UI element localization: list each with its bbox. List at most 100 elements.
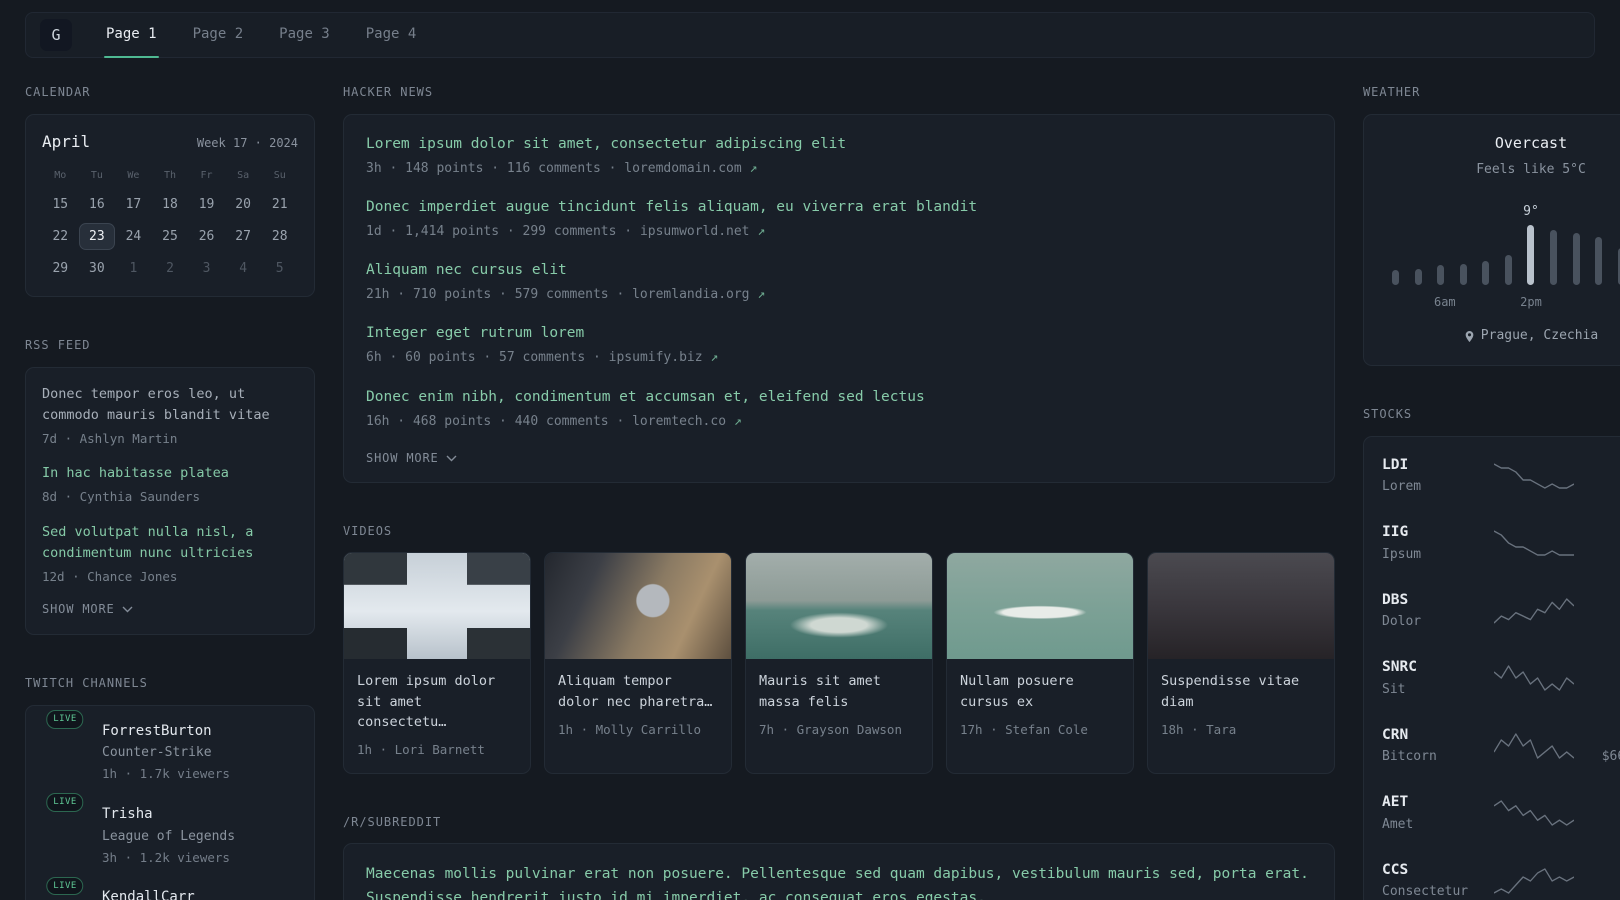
chevron-down-icon bbox=[446, 455, 457, 462]
calendar-day: 28 bbox=[271, 229, 288, 245]
stock-name: Dolor bbox=[1382, 614, 1422, 630]
calendar-day: 4 bbox=[239, 261, 248, 277]
stock-values: +1.36% $148.64 bbox=[1584, 658, 1620, 699]
stock-values: +0.51% $165.84 bbox=[1584, 860, 1620, 900]
rss-item: Donec tempor eros leo, ut commodo mauris… bbox=[42, 384, 298, 447]
hacker-news-card: Lorem ipsum dolor sit amet, consectetur … bbox=[343, 113, 1335, 483]
left-column: CALENDAR April Week 17 · 2024 Mo Tu We Th Fr… bbox=[25, 84, 315, 900]
video-info: Lorem ipsum dolor sit amet consectetu… 1… bbox=[344, 659, 530, 772]
video-info: Aliquam tempor dolor nec pharetra… 1h · … bbox=[545, 659, 731, 752]
video-info: Suspendisse vitae diam 18h · Tara bbox=[1148, 659, 1334, 752]
calendar-day-header: Su bbox=[273, 170, 286, 182]
stock-id: IIG Ipsum bbox=[1382, 522, 1484, 563]
external-link-icon: ↗ bbox=[733, 413, 742, 429]
rss-item-link[interactable]: Sed volutpat nulla nisl, a condimentum n… bbox=[42, 522, 298, 564]
temperature-bars bbox=[1392, 224, 1620, 285]
story-stats: 6h · 60 points · 57 comments · bbox=[366, 350, 609, 366]
story-title-link[interactable]: Donec enim nibh, condimentum et accumsan… bbox=[366, 389, 925, 405]
temperature-bar bbox=[1459, 263, 1467, 285]
page-tab[interactable]: Page 2 bbox=[191, 13, 246, 57]
stock-row[interactable]: SNRC Sit +1.36% $148.64 bbox=[1380, 644, 1620, 711]
logo[interactable]: G bbox=[40, 19, 72, 51]
stock-sparkline bbox=[1494, 597, 1574, 624]
channel-game: Counter-Strike bbox=[102, 745, 212, 761]
story-source-link[interactable]: loremtech.co ↗ bbox=[632, 414, 742, 429]
stock-row[interactable]: LDI Lorem +4.35% $795.18 bbox=[1380, 442, 1620, 509]
video-card[interactable]: Lorem ipsum dolor sit amet consectetu… 1… bbox=[343, 552, 531, 774]
story-source-link[interactable]: ipsumify.biz ↗ bbox=[609, 350, 719, 365]
stock-values: +2.84% $42.04 bbox=[1584, 523, 1620, 564]
video-meta: 1h · Molly Carrillo bbox=[558, 721, 701, 737]
video-card[interactable]: Aliquam tempor dolor nec pharetra… 1h · … bbox=[544, 552, 732, 774]
story-source-link[interactable]: loremdomain.com ↗ bbox=[624, 161, 757, 176]
story: Integer eget rutrum lorem 6h · 60 points… bbox=[366, 323, 1312, 367]
stock-row[interactable]: DBS Dolor +1.42% $156.28 bbox=[1380, 577, 1620, 644]
twitch-card: LIVE ForrestBurton Counter-Strike 1h · 1… bbox=[25, 704, 315, 900]
page-tab[interactable]: Page 3 bbox=[277, 13, 332, 57]
video-thumbnail bbox=[344, 553, 530, 660]
twitch-channel[interactable]: LIVE Trisha League of Legends 3h · 1.2k … bbox=[42, 793, 298, 866]
video-card[interactable]: Mauris sit amet massa felis 7h · Grayson… bbox=[745, 552, 933, 774]
page-tab[interactable]: Page 4 bbox=[364, 13, 419, 57]
stock-sparkline bbox=[1494, 867, 1574, 894]
twitch-section-title: TWITCH CHANNELS bbox=[25, 675, 148, 690]
twitch-channel[interactable]: LIVE KendallCarr bbox=[42, 876, 298, 900]
page-tab[interactable]: Page 1 bbox=[104, 13, 159, 58]
channel-name: KendallCarr bbox=[102, 889, 195, 900]
video-card[interactable]: Nullam posuere cursus ex 17h · Stefan Co… bbox=[946, 552, 1134, 774]
stock-price: $165.84 bbox=[1584, 883, 1620, 900]
external-link-icon: ↗ bbox=[749, 160, 758, 176]
stock-price: $795.18 bbox=[1584, 478, 1620, 496]
stock-sparkline bbox=[1494, 665, 1574, 691]
temperature-bar bbox=[1392, 270, 1399, 285]
stock-price: $148.64 bbox=[1584, 680, 1620, 698]
stock-change: +0.92% bbox=[1584, 793, 1620, 813]
live-badge: LIVE bbox=[46, 710, 84, 729]
story-title-link[interactable]: Integer eget rutrum lorem bbox=[366, 325, 584, 341]
channel-viewers: 3h · 1.2k viewers bbox=[102, 849, 230, 865]
story-title-link[interactable]: Donec imperdiet augue tincidunt felis al… bbox=[366, 199, 977, 215]
post-title-link[interactable]: Maecenas mollis pulvinar erat non posuer… bbox=[366, 863, 1312, 900]
channel-name: ForrestBurton bbox=[102, 722, 212, 739]
story-source-link[interactable]: loremlandia.org ↗ bbox=[632, 287, 765, 302]
time-tick: 2pm bbox=[1520, 294, 1542, 309]
temperature-bar bbox=[1595, 236, 1603, 285]
rss-item: Sed volutpat nulla nisl, a condimentum n… bbox=[42, 522, 298, 585]
show-more-button[interactable]: SHOW MORE bbox=[42, 601, 133, 618]
calendar-day: 25 bbox=[162, 229, 178, 245]
video-meta: 18h · Tara bbox=[1161, 721, 1237, 737]
rss-item-link[interactable]: Donec tempor eros leo, ut commodo mauris… bbox=[42, 384, 298, 426]
stock-row[interactable]: CCS Consectetur +0.51% $165.84 bbox=[1380, 847, 1620, 900]
story-title-link[interactable]: Aliquam nec cursus elit bbox=[366, 262, 567, 278]
stock-price: $42.04 bbox=[1584, 545, 1620, 563]
show-more-button[interactable]: SHOW MORE bbox=[366, 450, 457, 467]
calendar-section-title: CALENDAR bbox=[25, 85, 91, 99]
rss-item-link[interactable]: In hac habitasse platea bbox=[42, 463, 298, 484]
calendar-days: 15 16 17 18 19 20 21 22 23 24 25 26 27 28 29 30 1 2 3 4 5 bbox=[42, 191, 298, 282]
calendar-day: 19 bbox=[198, 197, 215, 213]
subreddit-post: Maecenas mollis pulvinar erat non posuer… bbox=[366, 863, 1312, 900]
calendar-day: 5 bbox=[275, 261, 284, 277]
stock-sparkline bbox=[1494, 800, 1574, 826]
stock-row[interactable]: IIG Ipsum +2.84% $42.04 bbox=[1380, 509, 1620, 576]
stock-change: +4.35% bbox=[1584, 455, 1620, 475]
show-more-label: SHOW MORE bbox=[366, 450, 439, 465]
stock-row[interactable]: CRN Bitcorn -1.00% $66,171.48 bbox=[1380, 712, 1620, 779]
calendar-day-headers: Mo Tu We Th Fr Sa Su bbox=[42, 169, 298, 183]
temperature-bar bbox=[1437, 265, 1445, 285]
twitch-channel[interactable]: LIVE ForrestBurton Counter-Strike 1h · 1… bbox=[42, 710, 298, 783]
story-title-link[interactable]: Lorem ipsum dolor sit amet, consectetur … bbox=[366, 136, 846, 152]
videos-widget: VIDEOS Lorem ipsum dolor sit amet consec… bbox=[343, 523, 1335, 774]
story: Donec imperdiet augue tincidunt felis al… bbox=[366, 197, 1312, 241]
stock-values: +4.35% $795.18 bbox=[1584, 455, 1620, 496]
hacker-news-list: Lorem ipsum dolor sit amet, consectetur … bbox=[366, 134, 1312, 431]
story-source-link[interactable]: ipsumworld.net ↗ bbox=[640, 224, 765, 239]
calendar-month: April bbox=[42, 131, 91, 151]
story-stats: 16h · 468 points · 440 comments · bbox=[366, 413, 633, 429]
stock-row[interactable]: AET Amet +0.92% $499.72 bbox=[1380, 779, 1620, 846]
video-card[interactable]: Suspendisse vitae diam 18h · Tara bbox=[1147, 552, 1335, 774]
subreddit-card: Maecenas mollis pulvinar erat non posuer… bbox=[343, 843, 1335, 900]
stocks-section-title: STOCKS bbox=[1363, 407, 1413, 422]
stocks-card: LDI Lorem +4.35% $795.18 bbox=[1363, 435, 1620, 900]
stock-symbol: CCS bbox=[1382, 861, 1409, 878]
